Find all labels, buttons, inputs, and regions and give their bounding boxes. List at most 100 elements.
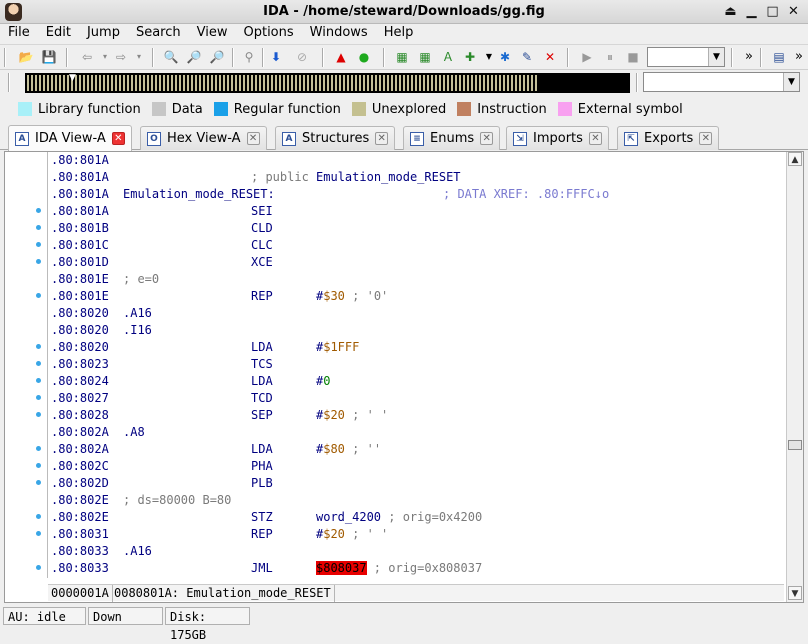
public-keyword: ; public — [251, 170, 317, 184]
warning-icon[interactable]: ▲ — [332, 48, 350, 66]
layout-icon[interactable]: ▤ — [770, 48, 788, 66]
breakpoint-dot-icon[interactable] — [36, 446, 41, 451]
breakpoint-dot-icon[interactable] — [36, 412, 41, 417]
create-code-icon[interactable]: ▦ — [393, 48, 411, 66]
forward-arrow-icon[interactable]: ⇨ — [112, 48, 130, 66]
hex-value: $1FFF — [323, 340, 360, 354]
instruction-operand: #$20 ; ' ' — [316, 407, 388, 424]
breakpoint-dot-icon[interactable] — [36, 514, 41, 519]
menu-search[interactable]: Search — [128, 24, 189, 44]
shade-window-icon[interactable]: ⏏ — [722, 3, 739, 20]
create-struct-icon[interactable]: ✚ — [461, 48, 479, 66]
delete-red-x-icon[interactable]: ✕ — [541, 48, 559, 66]
breakpoint-dot-icon[interactable] — [36, 480, 41, 485]
menu-help[interactable]: Help — [376, 24, 422, 44]
add-enum-icon[interactable]: ✱ — [496, 48, 514, 66]
close-icon[interactable]: ✕ — [246, 132, 260, 145]
stop-icon[interactable]: ■ — [624, 48, 642, 66]
close-icon[interactable]: ✕ — [588, 132, 602, 145]
search-text-icon[interactable]: 🔍 — [162, 48, 180, 66]
close-icon[interactable]: ✕ — [699, 132, 713, 145]
search-immediate-icon[interactable]: 🔎 — [185, 48, 203, 66]
scroll-thumb[interactable] — [788, 440, 802, 450]
breakpoint-dot-icon[interactable] — [36, 463, 41, 468]
scroll-down-icon[interactable]: ▼ — [788, 586, 802, 600]
tab-bar: A IDA View-A ✕ O Hex View-A ✕ A Structur… — [0, 124, 808, 151]
legend-label: External symbol — [577, 101, 683, 117]
function-label: Emulation_mode_RESET: — [123, 187, 275, 201]
legend-label: Data — [171, 101, 203, 117]
menu-edit[interactable]: Edit — [38, 24, 79, 44]
instruction-operand: #$30 ; '0' — [316, 288, 388, 305]
scroll-up-icon[interactable]: ▲ — [788, 152, 802, 166]
public-label: Emulation_mode_RESET — [316, 170, 461, 184]
toolbar-overflow-2-icon[interactable]: » — [790, 48, 808, 66]
breakpoint-dot-icon[interactable] — [36, 378, 41, 383]
maximize-window-icon[interactable]: □ — [764, 3, 781, 20]
back-arrow-icon[interactable]: ⇦ — [78, 48, 96, 66]
tab-exports[interactable]: ⇱ Exports ✕ — [617, 126, 720, 150]
close-icon[interactable]: ✕ — [480, 132, 494, 145]
line-address: .80:801A — [51, 187, 109, 201]
breakpoint-dot-icon[interactable] — [36, 361, 41, 366]
save-icon[interactable]: 💾 — [40, 48, 58, 66]
navigation-band-stripes — [27, 75, 537, 91]
create-ascii-icon[interactable]: Ａ — [439, 48, 457, 66]
menu-windows[interactable]: Windows — [302, 24, 376, 44]
menu-view[interactable]: View — [189, 24, 236, 44]
instruction-operand: word_4200 ; orig=0x4200 — [316, 509, 482, 526]
search-binary-icon[interactable]: 🔎 — [208, 48, 226, 66]
legend-swatch — [351, 102, 366, 116]
open-file-icon[interactable]: 📂 — [17, 48, 35, 66]
instruction-mnemonic: CLD — [251, 221, 273, 235]
tab-imports[interactable]: ⇲ Imports ✕ — [506, 126, 609, 150]
close-icon[interactable]: ✕ — [111, 132, 125, 145]
disassembly-listing[interactable]: .80:801A .80:801A ; public Emulation_mode_… — [49, 152, 786, 580]
jump-down-icon[interactable]: ⬇ — [267, 48, 285, 66]
instruction-operand: #$1FFF — [316, 339, 359, 356]
disasm-line: .80:8020 .A16 — [49, 305, 786, 322]
toolbar-overflow-icon[interactable]: » — [740, 48, 758, 66]
breakpoint-dot-icon[interactable] — [36, 531, 41, 536]
xref-comment: ; DATA XREF: .80:FFFC↓o — [443, 187, 610, 201]
breakpoint-dot-icon[interactable] — [36, 293, 41, 298]
tab-structures[interactable]: A Structures ✕ — [275, 126, 396, 150]
play-icon[interactable]: ▶ — [578, 48, 596, 66]
breakpoint-dot-icon[interactable] — [36, 395, 41, 400]
line-address: .80:801D — [51, 255, 109, 269]
menu-file[interactable]: File — [0, 24, 38, 44]
minimize-window-icon[interactable]: ▁ — [743, 3, 760, 20]
line-address: .80:8024 — [51, 374, 109, 388]
legend-swatch — [151, 102, 166, 116]
start-debugger-icon[interactable]: ● — [355, 48, 373, 66]
menu-options[interactable]: Options — [235, 24, 301, 44]
disabled-tool-icon[interactable]: ⊘ — [293, 48, 311, 66]
debugger-select[interactable]: ▼ — [647, 47, 725, 67]
forward-dropdown-icon[interactable]: ▾ — [130, 48, 148, 66]
breakpoint-dot-icon[interactable] — [36, 259, 41, 264]
hex-value: $30 — [323, 289, 345, 303]
breakpoint-dot-icon[interactable] — [36, 225, 41, 230]
edit-function-icon[interactable]: ✎ — [518, 48, 536, 66]
segment-select[interactable]: ▼ — [643, 72, 800, 92]
breakpoint-gutter[interactable] — [5, 152, 48, 602]
vertical-scrollbar[interactable]: ▲ ▼ — [786, 152, 803, 602]
disasm-line: .80:8023 TCS — [49, 356, 786, 373]
line-address: .80:8020 — [51, 340, 109, 354]
breakpoint-dot-icon[interactable] — [36, 565, 41, 570]
close-window-icon[interactable]: ✕ — [785, 3, 802, 20]
tab-ida-view-a[interactable]: A IDA View-A ✕ — [8, 125, 132, 151]
disasm-line: .80:801E ; e=0 — [49, 271, 786, 288]
breakpoint-dot-icon[interactable] — [36, 242, 41, 247]
breakpoint-dot-icon[interactable] — [36, 208, 41, 213]
create-data-icon[interactable]: ▦ — [416, 48, 434, 66]
tab-hex-view-a[interactable]: O Hex View-A ✕ — [140, 126, 267, 150]
pause-icon[interactable]: ⏸ — [601, 48, 619, 66]
close-icon[interactable]: ✕ — [375, 132, 389, 145]
search-next-icon[interactable]: ⚲ — [240, 48, 258, 66]
tab-enums[interactable]: ≡ Enums ✕ — [403, 126, 501, 150]
menu-jump[interactable]: Jump — [79, 24, 128, 44]
navigation-band[interactable]: ▼ — [25, 73, 630, 93]
breakpoint-dot-icon[interactable] — [36, 344, 41, 349]
line-address: .80:801A — [51, 153, 109, 167]
